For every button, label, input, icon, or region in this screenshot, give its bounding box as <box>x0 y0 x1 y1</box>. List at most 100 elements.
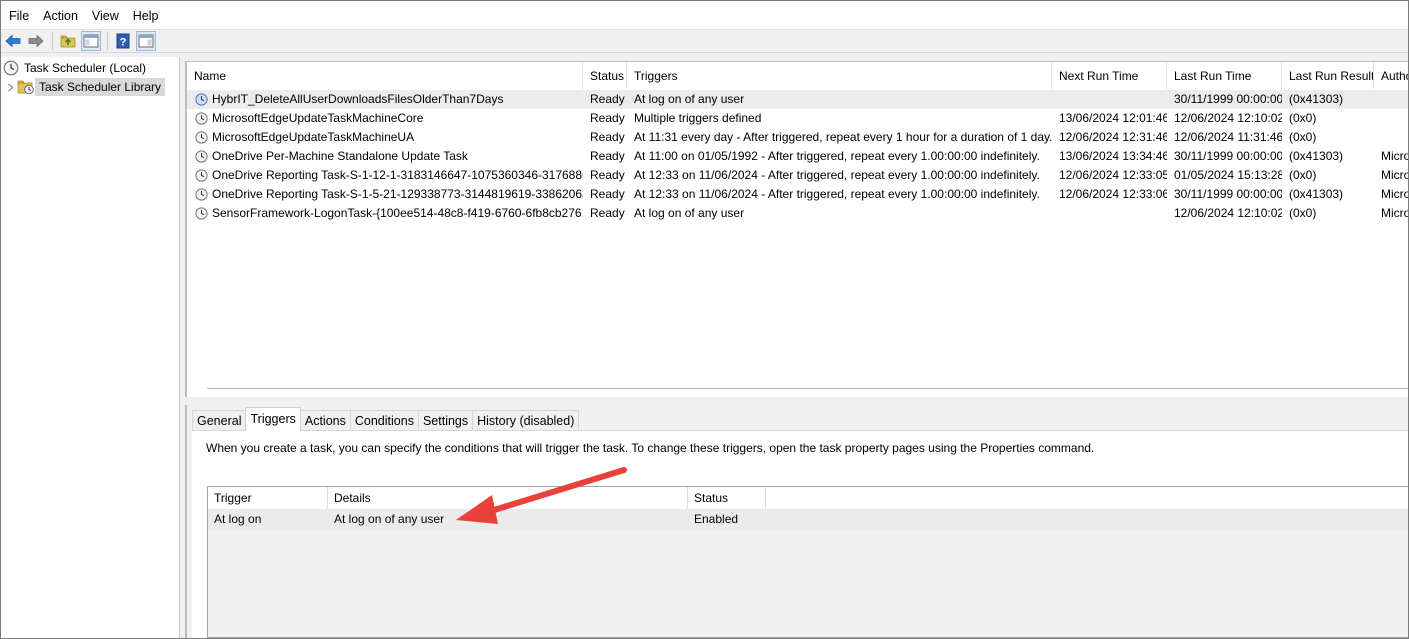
task-row[interactable]: MicrosoftEdgeUpdateTaskMachineCore Ready M… <box>187 109 1408 128</box>
trigger-row[interactable]: At log on At log on of any user Enabled <box>208 509 1408 529</box>
task-name-label: HybrIT_DeleteAllUserDownloadsFilesOlderT… <box>212 92 504 106</box>
task-triggers: At 11:00 on 01/05/1992 - After triggered… <box>634 149 1040 163</box>
task-last-run-result: (0x0) <box>1289 130 1317 144</box>
column-header-filler <box>766 487 1408 509</box>
column-header-name[interactable]: Name <box>187 62 583 89</box>
folder-clock-icon <box>17 79 35 95</box>
task-row[interactable]: SensorFramework-LogonTask-{100ee514-48c8… <box>187 204 1409 223</box>
task-triggers: At log on of any user <box>634 206 745 220</box>
task-next-run-time: 12/06/2024 12:31:46 <box>1059 130 1167 144</box>
task-details-pane: General Triggers Actions Conditions Sett… <box>185 405 1408 638</box>
column-header-status[interactable]: Status <box>688 487 766 509</box>
task-name: OneDrive Reporting Task-S-1-12-1-3183146… <box>187 166 583 185</box>
triggers-table: Trigger Details Status At log on At log … <box>207 486 1408 638</box>
console-tree: Task Scheduler (Local) Task Scheduler Li… <box>1 57 180 638</box>
task-clock-icon <box>195 169 208 182</box>
task-last-run-time: 12/06/2024 12:10:02 <box>1174 111 1282 125</box>
menu-bar: File Action View Help <box>1 1 1408 29</box>
task-name-label: MicrosoftEdgeUpdateTaskMachineCore <box>212 111 424 125</box>
task-next-run-time <box>1052 90 1167 109</box>
task-name: HybrIT_DeleteAllUserDownloadsFilesOlderT… <box>187 90 583 109</box>
task-name: MicrosoftEdgeUpdateTaskMachineCore <box>187 109 583 128</box>
task-last-run-result: (0x0) <box>1289 111 1317 125</box>
menu-file[interactable]: File <box>3 1 35 29</box>
up-folder-icon[interactable] <box>58 31 78 51</box>
column-header-author[interactable]: Author <box>1374 62 1408 89</box>
back-icon[interactable] <box>3 31 23 51</box>
task-clock-icon <box>195 93 208 106</box>
task-row[interactable]: OneDrive Reporting Task-S-1-5-21-1293387… <box>187 185 1408 204</box>
toolbar: ? <box>1 29 1408 53</box>
triggers-table-header: Trigger Details Status <box>208 487 1408 509</box>
tree-item-task-scheduler-library[interactable]: Task Scheduler Library <box>17 78 166 96</box>
task-row[interactable]: OneDrive Per-Machine Standalone Update T… <box>187 147 1408 166</box>
task-triggers: At 12:33 on 11/06/2024 - After triggered… <box>634 168 1040 182</box>
column-header-trigger[interactable]: Trigger <box>208 487 328 509</box>
task-status: Ready <box>590 187 625 201</box>
task-status: Ready <box>590 92 625 106</box>
task-clock-icon <box>195 150 208 163</box>
task-author: Micro <box>1381 206 1409 220</box>
tree-item-library-row[interactable]: Task Scheduler Library <box>7 78 166 96</box>
task-status: Ready <box>590 168 625 182</box>
task-author: Micro <box>1381 168 1409 182</box>
menu-help[interactable]: Help <box>127 1 165 29</box>
task-status: Ready <box>590 206 625 220</box>
column-header-last-run-result[interactable]: Last Run Result <box>1282 62 1374 89</box>
toolbar-separator <box>52 32 53 50</box>
trigger-status: Enabled <box>694 512 739 526</box>
task-status: Ready <box>590 130 625 144</box>
task-triggers: At 11:31 every day - After triggered, re… <box>634 130 1052 144</box>
task-author <box>1374 90 1408 109</box>
show-hide-action-pane-icon[interactable] <box>136 31 156 51</box>
forward-icon[interactable] <box>26 31 46 51</box>
task-row[interactable]: MicrosoftEdgeUpdateTaskMachineUA Ready At … <box>187 128 1408 147</box>
chevron-right-icon[interactable] <box>7 79 17 95</box>
clock-icon <box>3 60 19 76</box>
tab-general[interactable]: General <box>192 410 247 431</box>
task-last-run-time: 30/11/1999 00:00:00 <box>1174 92 1282 106</box>
task-list: Name Status Triggers Next Run Time Last … <box>185 61 1409 397</box>
task-status: Ready <box>590 149 625 163</box>
svg-text:?: ? <box>120 37 127 49</box>
task-row[interactable]: HybrIT_DeleteAllUserDownloadsFilesOlderT… <box>187 90 1408 109</box>
task-author <box>1374 128 1408 147</box>
tab-conditions[interactable]: Conditions <box>349 410 419 431</box>
menu-view[interactable]: View <box>86 1 125 29</box>
tab-settings[interactable]: Settings <box>417 410 474 431</box>
column-header-triggers[interactable]: Triggers <box>627 62 1052 89</box>
horizontal-scrollbar[interactable] <box>207 388 1408 389</box>
show-hide-console-tree-icon[interactable] <box>81 31 101 51</box>
help-icon[interactable]: ? <box>113 31 133 51</box>
column-header-next-run-time[interactable]: Next Run Time <box>1052 62 1167 89</box>
task-clock-icon <box>195 188 208 201</box>
menu-action[interactable]: Action <box>37 1 84 29</box>
task-next-run-time: 13/06/2024 12:01:46 <box>1059 111 1167 125</box>
task-name: SensorFramework-LogonTask-{100ee514-48c8… <box>187 204 583 223</box>
tree-item-task-scheduler-local[interactable]: Task Scheduler (Local) <box>3 59 149 77</box>
column-header-last-run-time[interactable]: Last Run Time <box>1167 62 1282 89</box>
tab-triggers[interactable]: Triggers <box>245 407 301 431</box>
task-triggers: Multiple triggers defined <box>634 111 762 125</box>
column-header-status[interactable]: Status <box>583 62 627 89</box>
triggers-description: When you create a task, you can specify … <box>206 441 1095 455</box>
triggers-tab-panel: When you create a task, you can specify … <box>192 430 1408 638</box>
tree-item-label: Task Scheduler (Local) <box>24 61 147 75</box>
task-row[interactable]: OneDrive Reporting Task-S-1-12-1-3183146… <box>187 166 1409 185</box>
task-next-run-time <box>1052 204 1167 223</box>
task-last-run-result: (0x0) <box>1289 206 1317 220</box>
task-last-run-result: (0x41303) <box>1289 149 1344 163</box>
task-name-label: OneDrive Reporting Task-S-1-5-21-1293387… <box>212 187 583 201</box>
task-next-run-time: 13/06/2024 13:34:46 <box>1059 149 1167 163</box>
task-name: OneDrive Per-Machine Standalone Update T… <box>187 147 583 166</box>
task-last-run-time: 30/11/1999 00:00:00 <box>1174 187 1282 201</box>
task-clock-icon <box>195 207 208 220</box>
task-last-run-result: (0x0) <box>1289 168 1317 182</box>
task-clock-icon <box>195 131 208 144</box>
tab-actions[interactable]: Actions <box>299 410 351 431</box>
pane-splitter[interactable] <box>185 397 1408 405</box>
task-last-run-time: 01/05/2024 15:13:28 <box>1174 168 1282 182</box>
task-last-run-result: (0x41303) <box>1289 187 1344 201</box>
task-name: OneDrive Reporting Task-S-1-5-21-1293387… <box>187 185 583 204</box>
tab-history[interactable]: History (disabled) <box>472 410 580 431</box>
